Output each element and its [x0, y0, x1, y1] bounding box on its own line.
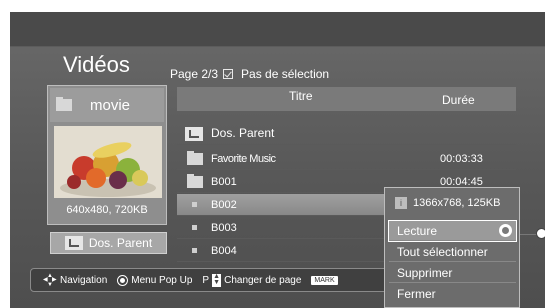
parent-folder-icon [185, 127, 203, 141]
row-name: B001 [211, 175, 237, 188]
menu-item-label: Tout sélectionner [397, 245, 488, 259]
thumbnail-info: 640x480, 720KB [66, 204, 148, 216]
popup-info: i 1366x768, 125KB [385, 188, 519, 218]
parent-folder-icon [64, 236, 83, 250]
table-header: Titre Durée [177, 87, 516, 111]
bottom-hint-bar: ▲ ▼ ◀ ▶ Navigation Menu Pop Up P ▲ ▼ Chan… [30, 268, 390, 292]
top-band [10, 12, 545, 47]
file-dot-icon [192, 248, 197, 253]
callout-dot [536, 228, 545, 239]
page-key-label: P [202, 274, 210, 286]
table-row-parent[interactable]: Dos. Parent [177, 121, 516, 145]
thumbnail-image [54, 126, 162, 198]
updown-icon: ▲ ▼ [212, 272, 222, 287]
row-duration: 00:03:33 [440, 152, 483, 165]
row-duration: 00:04:45 [440, 175, 483, 188]
menu-item-label: Fermer [397, 287, 436, 301]
column-title: Titre [289, 89, 313, 103]
folder-name: movie [90, 96, 131, 114]
radio-icon [499, 224, 512, 237]
page-title: Vidéos [63, 52, 130, 77]
menu-item-close[interactable]: Fermer [389, 284, 516, 304]
nav-arrows-icon: ▲ ▼ ◀ ▶ [43, 273, 57, 288]
file-dot-icon [192, 225, 197, 230]
hint-navigation: ▲ ▼ ◀ ▶ Navigation [43, 273, 108, 288]
page-number: Page 2/3 [170, 67, 219, 81]
popup-info-text: 1366x768, 125KB [413, 197, 501, 209]
menu-item-label: Supprimer [397, 266, 453, 280]
ok-button-icon [117, 274, 129, 286]
popup-menu: i 1366x768, 125KB Lecture Tout sélection… [384, 187, 520, 308]
column-duration: Durée [442, 93, 475, 107]
mark-key-label: MARK [311, 275, 338, 285]
parent-folder-label: Dos. Parent [88, 236, 153, 250]
parent-folder-button[interactable]: Dos. Parent [50, 232, 167, 254]
menu-item-lecture[interactable]: Lecture [388, 220, 517, 242]
hint-menu: Menu Pop Up [117, 274, 193, 286]
selection-status: Pas de sélection [241, 67, 330, 81]
row-name: Dos. Parent [211, 125, 275, 140]
menu-item-delete[interactable]: Supprimer [389, 263, 516, 283]
folder-icon [187, 174, 203, 188]
hint-page: P ▲ ▼ Changer de page [202, 272, 302, 287]
fruit-bowl-image [54, 126, 162, 198]
checkbox-icon[interactable] [223, 69, 234, 79]
info-icon: i [395, 197, 407, 209]
file-dot-icon [192, 202, 197, 207]
menu-item-label: Lecture [397, 224, 438, 238]
hint-mark: MARK [311, 275, 338, 285]
page-info: Page 2/3 Pas de sélection [170, 67, 329, 81]
preview-card: movie 640x480, 720KB [47, 85, 167, 225]
hint-page-label: Changer de page [224, 274, 302, 286]
hint-menu-label: Menu Pop Up [131, 274, 193, 286]
row-name: B002 [211, 198, 237, 211]
row-name: B004 [211, 244, 237, 257]
folder-icon [56, 97, 72, 111]
menu-item-select-all[interactable]: Tout sélectionner [389, 242, 516, 262]
folder-icon [187, 151, 203, 165]
hint-navigation-label: Navigation [60, 274, 108, 286]
table-row[interactable]: Favorite Music 00:03:33 [177, 148, 516, 170]
row-name: Favorite Music [211, 152, 276, 165]
row-name: B003 [211, 221, 237, 234]
folder-header: movie [50, 88, 164, 122]
